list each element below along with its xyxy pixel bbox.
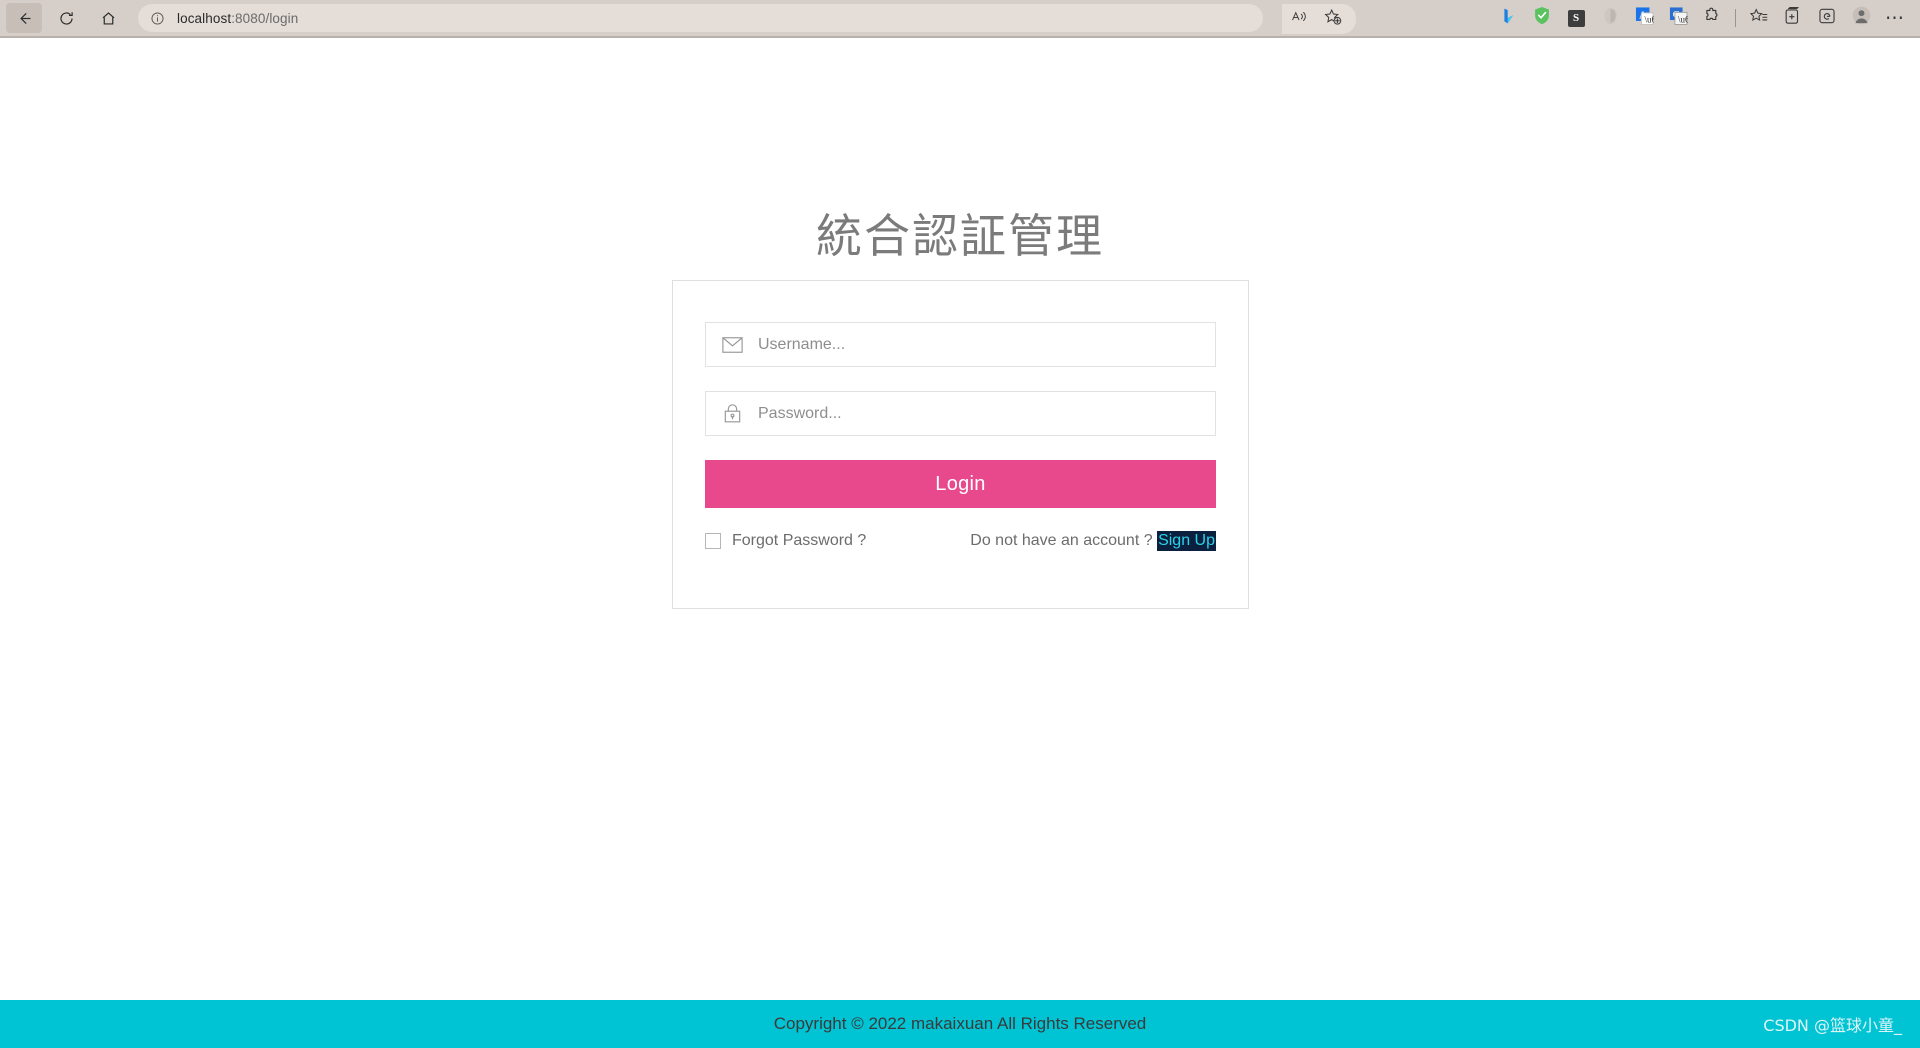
forgot-password-row[interactable]: Forgot Password ? [705, 532, 866, 550]
reload-button[interactable] [48, 3, 84, 33]
profile-button[interactable] [1844, 3, 1878, 33]
login-form: Login Forgot Password ? Do not have an a… [673, 281, 1248, 551]
grammarly-extension-icon [1603, 7, 1618, 30]
forgot-password-checkbox[interactable] [705, 533, 721, 549]
site-footer: Copyright © 2022 makaixuan All Rights Re… [0, 1000, 1920, 1048]
profile-avatar-icon [1852, 6, 1871, 30]
arrow-left-icon [16, 10, 33, 27]
url-host: localhost [177, 10, 232, 26]
google-translate-extension-button[interactable]: G \u6587 [1661, 3, 1703, 33]
info-circle-icon[interactable] [150, 11, 165, 26]
browser-extensions-bar: S A \u6587 [1491, 0, 1920, 37]
password-field-wrapper[interactable] [705, 391, 1216, 436]
browser-toolbar: localhost:8080/login S \u \u ⋯ [0, 0, 1920, 38]
csdn-watermark: CSDN @篮球小童_ [1763, 1016, 1902, 1035]
favorites-button[interactable] [1742, 3, 1776, 33]
back-button[interactable] [6, 3, 42, 33]
translate-a-extension-button[interactable]: A \u6587 [1627, 3, 1670, 33]
collections-button[interactable] [1776, 3, 1810, 33]
username-input[interactable] [758, 323, 1215, 366]
page-title: 統合認証管理 [816, 209, 1104, 263]
collections-icon [1784, 6, 1802, 30]
add-favorite-button[interactable] [1316, 4, 1350, 34]
sign-up-link[interactable]: Sign Up [1157, 531, 1216, 551]
reload-icon [58, 10, 75, 27]
grammarly-extension-button[interactable] [1593, 3, 1627, 33]
browser-essentials-icon [1818, 7, 1836, 30]
extensions-button[interactable] [1695, 3, 1729, 33]
adguard-shield-button[interactable] [1525, 3, 1559, 33]
address-bar[interactable]: localhost:8080/login [138, 4, 1263, 32]
settings-and-more-button[interactable]: ⋯ [1878, 3, 1912, 33]
settings-and-more-icon: ⋯ [1885, 7, 1905, 29]
omnibox-actions [1282, 4, 1356, 34]
bing-copilot-button[interactable] [1491, 3, 1525, 33]
add-favorite-star-icon [1324, 8, 1342, 31]
forgot-password-label: Forgot Password ? [732, 532, 867, 549]
toolbar-divider [1735, 9, 1736, 27]
home-button[interactable] [90, 3, 126, 33]
login-button[interactable]: Login [705, 460, 1216, 508]
svg-text:\u6587: \u6587 [1644, 14, 1654, 24]
username-field-wrapper[interactable] [705, 322, 1216, 367]
copyright-text: Copyright © 2022 makaixuan All Rights Re… [773, 1014, 1147, 1033]
read-aloud-button[interactable] [1282, 4, 1316, 34]
home-icon [100, 10, 117, 27]
read-aloud-icon [1291, 9, 1308, 30]
extensions-puzzle-icon [1703, 7, 1721, 30]
google-translate-extension-icon: G \u6587 [1669, 6, 1703, 30]
page-content: 統合認証管理 Username... Login Forgot Password… [0, 38, 1920, 1048]
login-card: Login Forgot Password ? Do not have an a… [672, 280, 1249, 609]
url-path: :8080/login [231, 10, 299, 26]
url-text: localhost:8080/login [177, 11, 298, 26]
adguard-shield-icon [1533, 6, 1551, 30]
signup-prompt-text: Do not have an account ? [970, 532, 1153, 549]
lock-icon [706, 404, 758, 423]
browser-essentials-button[interactable] [1810, 3, 1844, 33]
sider-extension-button[interactable]: S [1559, 3, 1593, 33]
svg-text:\u6587: \u6587 [1677, 14, 1687, 24]
sider-extension-icon: S [1567, 9, 1585, 27]
envelope-icon [706, 336, 758, 353]
login-card-footer: Forgot Password ? Do not have an account… [705, 531, 1216, 551]
favorites-list-icon [1749, 7, 1768, 30]
translate-a-extension-icon: A \u6587 [1635, 6, 1670, 30]
signup-prompt-row: Do not have an account ? Sign Up [970, 531, 1216, 551]
bing-copilot-icon [1500, 7, 1517, 30]
password-input[interactable] [758, 392, 1215, 435]
